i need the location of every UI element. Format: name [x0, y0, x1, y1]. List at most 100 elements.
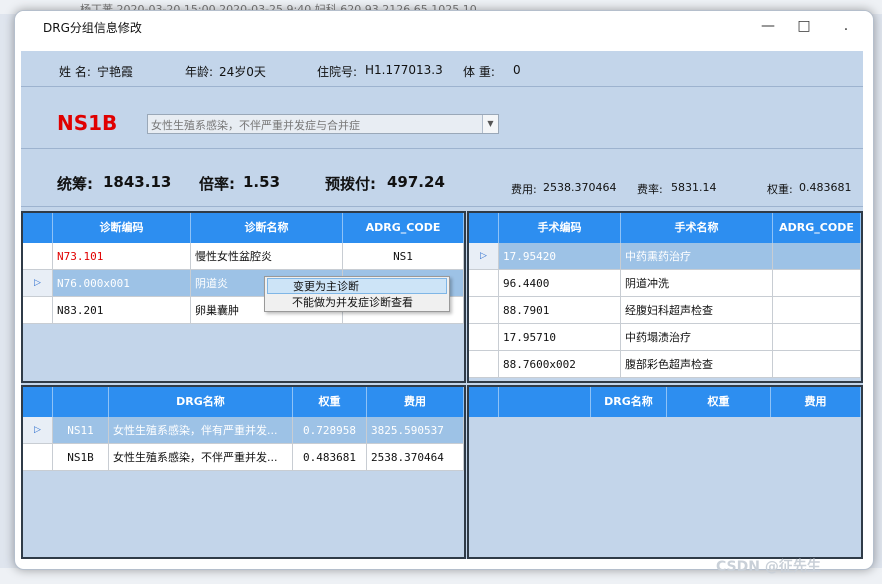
drg-code: NS1B	[53, 444, 109, 471]
cost-label: 费用:	[511, 183, 537, 196]
patient-age: 24岁0天	[219, 65, 266, 79]
admission-label: 住院号:	[317, 65, 358, 79]
row-header-corner	[23, 213, 53, 243]
patient-name: 宁艳霞	[97, 65, 134, 79]
drg-code: NS11	[53, 417, 109, 444]
surgery-name: 经腹妇科超声检查	[621, 297, 773, 324]
window-title: DRG分组信息修改	[43, 21, 142, 35]
drg-result-grid-secondary: DRG名称 权重 费用	[467, 385, 863, 559]
fee-rate-label: 费率:	[637, 183, 663, 196]
triangle-right-icon: ▷	[23, 417, 53, 444]
drg-name: 女性生殖系感染，不伴严重并发...	[109, 444, 293, 471]
name-label: 姓 名:	[59, 65, 91, 79]
surgery-code: 88.7901	[499, 297, 621, 324]
col-surgery-name[interactable]: 手术名称	[621, 213, 773, 243]
diagnosis-name: 慢性女性盆腔炎	[191, 243, 343, 270]
col-diagnosis-name[interactable]: 诊断名称	[191, 213, 343, 243]
table-row[interactable]: ▷ NS11 女性生殖系感染，伴有严重并发... 0.728958 3825.5…	[23, 417, 464, 444]
row-header-corner	[23, 387, 53, 417]
table-row[interactable]: ▷ 17.95420 中药熏药治疗	[469, 243, 861, 270]
cost-value: 2538.370464	[543, 181, 617, 194]
diagnosis-code: N76.000x001	[53, 270, 191, 297]
pool-value: 1843.13	[103, 173, 172, 191]
table-row[interactable]: N73.101 慢性女性盆腔炎 NS1	[23, 243, 464, 270]
drg-select-value: 女性生殖系感染，不伴严重并发症与合并症	[151, 119, 360, 132]
row-header	[23, 243, 53, 270]
payment-panel: 统筹: 1843.13 倍率: 1.53 预拨付: 497.24 费用: 253…	[21, 159, 863, 207]
rate-label: 倍率:	[199, 175, 235, 193]
row-header	[469, 351, 499, 378]
table-row[interactable]: NS1B 女性生殖系感染，不伴严重并发... 0.483681 2538.370…	[23, 444, 464, 471]
triangle-right-icon: ▷	[469, 243, 499, 270]
age-label: 年龄:	[185, 65, 214, 79]
rate-value: 1.53	[243, 173, 281, 191]
col-drg-name[interactable]: DRG名称	[591, 387, 667, 417]
patient-info-panel: 姓 名: 宁艳霞 年龄: 24岁0天 住院号: H1.177013.3 体 重:…	[21, 51, 863, 87]
adrg-code	[773, 270, 861, 297]
col-drg-code[interactable]	[499, 387, 591, 417]
row-header	[469, 270, 499, 297]
menu-item-set-primary-diagnosis[interactable]: 变更为主诊断	[267, 278, 447, 294]
col-drg-weight[interactable]: 权重	[293, 387, 367, 417]
surgery-name: 中药塌渍治疗	[621, 324, 773, 351]
col-adrg-code[interactable]: ADRG_CODE	[773, 213, 861, 243]
drg-select[interactable]: 女性生殖系感染，不伴严重并发症与合并症 ▼	[147, 114, 499, 134]
minimize-button[interactable]: —	[751, 15, 785, 37]
surgery-code: 17.95710	[499, 324, 621, 351]
adrg-code: NS1	[343, 243, 464, 270]
row-header	[469, 297, 499, 324]
fee-rate-value: 5831.14	[671, 181, 717, 194]
pool-label: 统筹:	[57, 175, 93, 193]
surgery-grid-header: 手术编码 手术名称 ADRG_CODE	[469, 213, 861, 243]
context-menu: 变更为主诊断 不能做为并发症诊断查看	[264, 276, 450, 312]
adrg-code	[773, 297, 861, 324]
maximize-button[interactable]: □	[787, 15, 821, 37]
menu-item-view-non-complication[interactable]: 不能做为并发症诊断查看	[267, 295, 447, 311]
drg-name: 女性生殖系感染，伴有严重并发...	[109, 417, 293, 444]
table-row[interactable]: 88.7600x002 腹部彩色超声检查	[469, 351, 861, 378]
col-drg-name[interactable]: DRG名称	[109, 387, 293, 417]
col-drg-weight[interactable]: 权重	[667, 387, 771, 417]
watermark: CSDN @征先生	[716, 559, 821, 575]
surgery-name: 中药熏药治疗	[621, 243, 773, 270]
col-surgery-code[interactable]: 手术编码	[499, 213, 621, 243]
diagnosis-code: N83.201	[53, 297, 191, 324]
table-row[interactable]: 96.4400 阴道冲洗	[469, 270, 861, 297]
row-header	[469, 324, 499, 351]
diagnosis-grid-header: 诊断编码 诊断名称 ADRG_CODE	[23, 213, 464, 243]
drg-result-grid-secondary-header: DRG名称 权重 费用	[469, 387, 861, 417]
drg-cost: 2538.370464	[367, 444, 464, 471]
adrg-code	[773, 324, 861, 351]
drg-weight-label: 权重:	[767, 183, 793, 196]
col-drg-cost[interactable]: 费用	[367, 387, 464, 417]
col-drg-code[interactable]	[53, 387, 109, 417]
drg-code: NS1B	[57, 111, 118, 135]
prepay-label: 预拨付:	[325, 175, 376, 193]
drg-cost: 3825.590537	[367, 417, 464, 444]
col-adrg-code[interactable]: ADRG_CODE	[343, 213, 464, 243]
col-drg-cost[interactable]: 费用	[771, 387, 861, 417]
title-bar[interactable]: DRG分组信息修改 — □ .	[15, 11, 873, 41]
col-diagnosis-code[interactable]: 诊断编码	[53, 213, 191, 243]
triangle-right-icon: ▷	[23, 270, 53, 297]
close-button[interactable]: .	[829, 15, 863, 37]
surgery-name: 腹部彩色超声检查	[621, 351, 773, 378]
screen: 杨丁蕃 2020-03-20 15:00 2020-03-25 9:40 妇科 …	[0, 0, 882, 584]
row-header-corner	[469, 387, 499, 417]
surgery-code: 17.95420	[499, 243, 621, 270]
drg-code-panel: NS1B 女性生殖系感染，不伴严重并发症与合并症 ▼	[21, 97, 863, 149]
row-header-corner	[469, 213, 499, 243]
weight-label: 体 重:	[463, 65, 495, 79]
surgery-code: 88.7600x002	[499, 351, 621, 378]
adrg-code	[773, 243, 861, 270]
drg-result-grid: DRG名称 权重 费用 ▷ NS11 女性生殖系感染，伴有严重并发... 0.7…	[21, 385, 466, 559]
table-row[interactable]: 88.7901 经腹妇科超声检查	[469, 297, 861, 324]
row-header	[23, 297, 53, 324]
drg-result-grid-header: DRG名称 权重 费用	[23, 387, 464, 417]
table-row[interactable]: 17.95710 中药塌渍治疗	[469, 324, 861, 351]
chevron-down-icon[interactable]: ▼	[482, 115, 498, 133]
admission-number: H1.177013.3	[365, 63, 443, 77]
row-header	[23, 444, 53, 471]
surgery-name: 阴道冲洗	[621, 270, 773, 297]
surgery-code: 96.4400	[499, 270, 621, 297]
